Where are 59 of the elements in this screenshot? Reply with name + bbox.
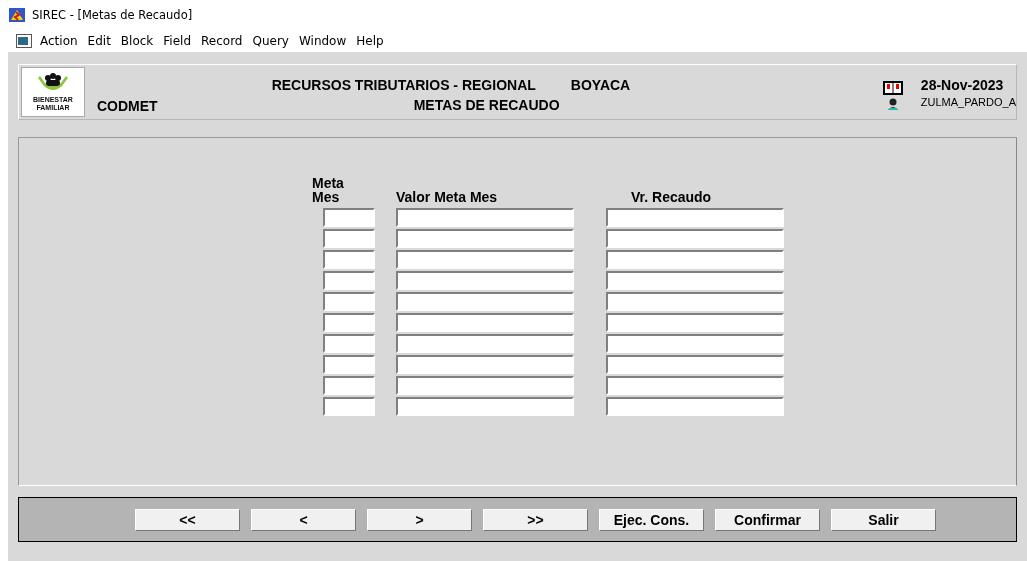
input-field[interactable] [323,292,375,311]
input-field[interactable] [606,397,784,416]
user-icon[interactable] [886,98,899,110]
input-field[interactable] [606,292,784,311]
button[interactable]: >> [483,508,588,531]
input-field[interactable] [323,229,375,248]
input-field[interactable] [396,397,574,416]
input-field[interactable] [606,229,784,248]
menu-item[interactable]: Query [252,33,289,49]
calendar-book-icon[interactable] [882,81,903,95]
input-field[interactable] [396,271,574,290]
input-field[interactable] [606,355,784,374]
button[interactable]: << [135,508,240,531]
column-header: Vr. Recaudo [630,190,713,207]
input-field[interactable] [606,334,784,353]
input-field[interactable] [323,271,375,290]
button[interactable]: > [367,508,472,531]
input-field[interactable] [396,250,574,269]
input-field[interactable] [396,355,574,374]
input-field[interactable] [323,334,375,353]
form-code: CODMET [96,98,159,114]
input-field[interactable] [606,271,784,290]
input-field[interactable] [606,250,784,269]
input-field[interactable] [323,355,375,374]
window-title: SIREC - [Metas de Recaudo] [32,8,193,22]
button[interactable]: Ejec. Cons. [599,508,704,531]
app-icon [8,6,26,24]
menu-item[interactable]: Window [298,33,347,49]
column-header: Meta Mes [312,176,345,207]
input-field[interactable] [396,313,574,332]
input-field[interactable] [606,208,784,227]
menu-item[interactable]: Edit [87,33,111,49]
button[interactable]: Confirmar [715,508,820,531]
form-title: RECURSOS TRIBUTARIOS - REGIONAL [271,76,536,95]
input-field[interactable] [323,313,375,332]
input-field[interactable] [323,397,375,416]
input-field[interactable] [323,376,375,395]
input-field[interactable] [606,376,784,395]
input-field[interactable] [396,292,574,311]
date-text: 28-Nov-2023 [920,76,1005,94]
form-subtitle: METAS DE RECAUDO [413,96,560,115]
button[interactable]: Salir [831,508,936,531]
input-field[interactable] [396,208,574,227]
input-field[interactable] [323,250,375,269]
window-menu-icon[interactable] [16,34,32,48]
region-name: BOYACA [570,76,631,95]
input-field[interactable] [396,334,574,353]
menu-item[interactable]: Action [40,33,78,49]
input-field[interactable] [396,376,574,395]
input-field[interactable] [323,208,375,227]
menu-item[interactable]: Field [163,33,191,49]
menu-item[interactable]: Block [120,33,154,49]
input-field[interactable] [396,229,574,248]
button[interactable]: < [251,508,356,531]
input-field[interactable] [606,313,784,332]
user-name: ZULMA_PARDO_A [920,95,1016,110]
menu-item[interactable]: Record [201,33,243,49]
menu-item[interactable]: Help [356,33,384,49]
column-header: Valor Meta Mes [396,190,499,207]
